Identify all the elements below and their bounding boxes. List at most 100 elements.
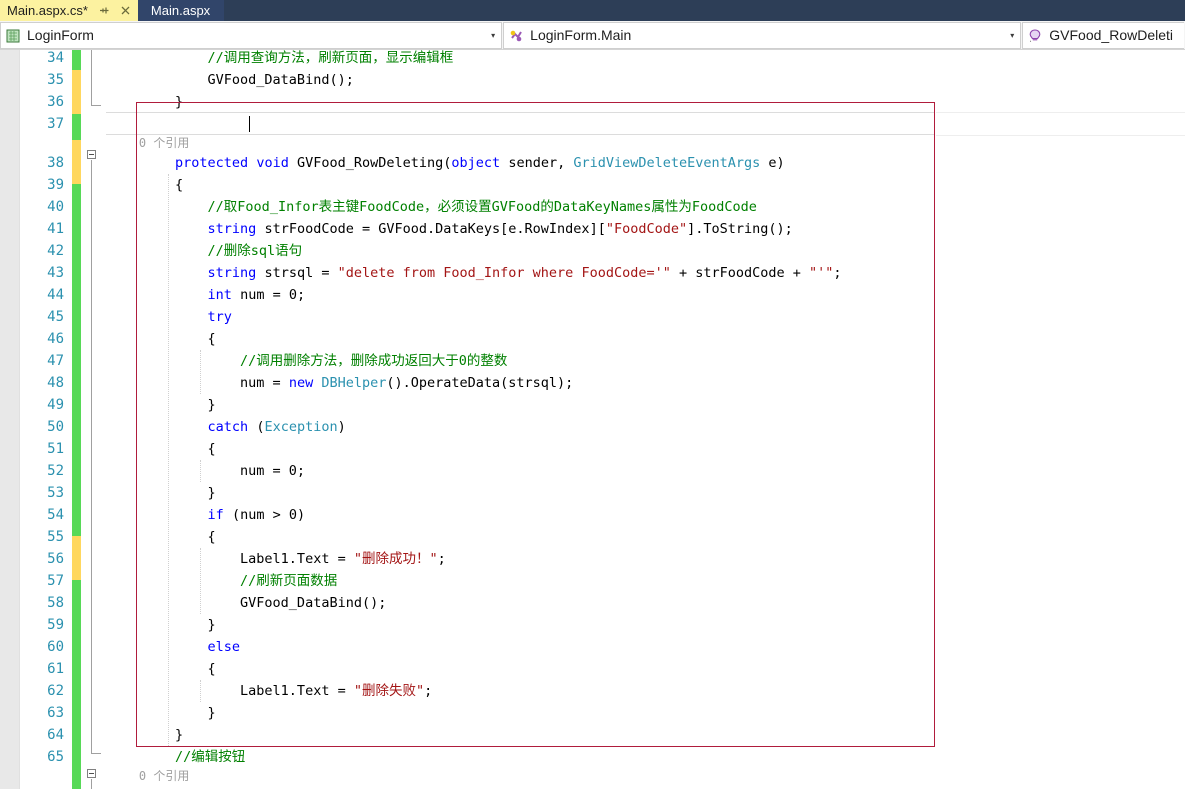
- code-line[interactable]: int num = 0;: [110, 284, 306, 306]
- code-token: }: [110, 397, 216, 413]
- code-token: {: [110, 529, 216, 545]
- method-icon: [1027, 28, 1045, 44]
- code-line[interactable]: {: [110, 328, 216, 350]
- code-token: ): [337, 419, 346, 435]
- code-line[interactable]: //刷新页面数据: [110, 570, 337, 592]
- line-number: 49: [47, 397, 64, 413]
- code-token: string: [207, 221, 257, 237]
- code-line[interactable]: {: [110, 526, 216, 548]
- code-token: //取Food_Infor表主键FoodCode，必须设置GVFood的Data…: [207, 199, 757, 215]
- code-line[interactable]: //删除sql语句: [110, 240, 303, 262]
- code-line[interactable]: //取Food_Infor表主键FoodCode，必须设置GVFood的Data…: [110, 196, 757, 218]
- code-line[interactable]: GVFood_DataBind();: [110, 69, 354, 91]
- class-dropdown[interactable]: LoginForm.Main ▾: [503, 22, 1022, 49]
- close-icon[interactable]: [119, 4, 132, 17]
- code-token: }: [110, 705, 216, 721]
- line-number: 43: [47, 265, 64, 281]
- code-token: {: [110, 441, 216, 457]
- code-token: }: [110, 94, 184, 110]
- code-line[interactable]: if (num > 0): [110, 504, 306, 526]
- code-line[interactable]: num = new DBHelper().OperateData(strsql)…: [110, 372, 573, 394]
- code-line[interactable]: //调用删除方法，删除成功返回大于0的整数: [110, 350, 507, 372]
- indent-guide: [200, 680, 201, 702]
- tab-main-aspx[interactable]: Main.aspx: [137, 0, 225, 21]
- code-line[interactable]: Label1.Text = "删除成功！";: [110, 548, 446, 570]
- code-line[interactable]: {: [110, 658, 216, 680]
- type-dropdown[interactable]: LoginForm ▾: [0, 22, 503, 49]
- code-token: Label1.Text =: [110, 551, 354, 567]
- code-token: try: [207, 309, 232, 325]
- line-number: 64: [47, 727, 64, 743]
- line-number: 46: [47, 331, 64, 347]
- code-token: {: [110, 177, 184, 193]
- line-number: 65: [47, 749, 64, 765]
- class-icon: [5, 28, 23, 44]
- code-line[interactable]: //调用查询方法，刷新页面，显示编辑框: [110, 50, 454, 69]
- code-line[interactable]: }: [110, 394, 216, 416]
- line-number: 54: [47, 507, 64, 523]
- code-line[interactable]: protected void GVFood_RowDeleting(object…: [110, 152, 785, 174]
- line-number: 35: [47, 72, 64, 88]
- code-line[interactable]: {: [110, 174, 183, 196]
- line-number: 50: [47, 419, 64, 435]
- code-token: }: [110, 617, 216, 633]
- code-token: DBHelper: [321, 375, 387, 391]
- code-line[interactable]: {: [110, 438, 216, 460]
- code-token: if: [207, 507, 224, 523]
- code-line[interactable]: protected void GVFood_RowEditing(object …: [110, 785, 760, 789]
- code-line[interactable]: GVFood_DataBind();: [110, 592, 386, 614]
- code-token: //刷新页面数据: [240, 573, 338, 589]
- code-token: {: [110, 661, 216, 677]
- code-line[interactable]: try: [110, 306, 232, 328]
- code-token: GVFood_DataBind();: [110, 595, 387, 611]
- line-number: 38: [47, 155, 64, 171]
- code-line[interactable]: //编辑按钮: [110, 746, 245, 768]
- code-text-layer[interactable]: 34 //调用查询方法，刷新页面，显示编辑框 35 GVFood_DataBind…: [0, 50, 1185, 789]
- code-token: ;: [833, 265, 842, 281]
- codelens-reference-count[interactable]: 0 个引用: [110, 135, 189, 152]
- code-token: object: [451, 155, 501, 171]
- code-line[interactable]: string strsql = "delete from Food_Infor …: [110, 262, 842, 284]
- method-group-icon: [508, 28, 526, 44]
- indent-guide: [200, 460, 201, 482]
- codelens-reference-count[interactable]: 0 个引用: [110, 768, 189, 785]
- tab-main-aspx-cs[interactable]: Main.aspx.cs*: [0, 0, 138, 21]
- code-line[interactable]: Label1.Text = "删除失败";: [110, 680, 432, 702]
- code-line[interactable]: else: [110, 636, 241, 658]
- code-line[interactable]: }: [110, 724, 183, 746]
- code-token: (num > 0): [223, 507, 306, 523]
- code-token: ;: [437, 551, 446, 567]
- chevron-down-icon[interactable]: ▾: [1004, 23, 1020, 48]
- type-dropdown-label: LoginForm: [27, 27, 94, 43]
- member-dropdown[interactable]: GVFood_RowDeleti: [1022, 22, 1185, 49]
- faint-separator: [936, 135, 1185, 136]
- line-number: 60: [47, 639, 64, 655]
- indent-guide: [200, 350, 201, 394]
- line-number: 56: [47, 551, 64, 567]
- code-line[interactable]: num = 0;: [110, 460, 305, 482]
- line-number: 36: [47, 94, 64, 110]
- pin-icon[interactable]: [97, 4, 110, 17]
- code-line[interactable]: }: [110, 702, 216, 724]
- code-line[interactable]: }: [110, 614, 216, 636]
- chevron-down-icon[interactable]: ▾: [485, 23, 501, 48]
- code-token: "删除失败": [353, 683, 425, 699]
- line-number: 40: [47, 199, 64, 215]
- line-number: 59: [47, 617, 64, 633]
- code-token: catch: [207, 419, 249, 435]
- code-line[interactable]: string strFoodCode = GVFood.DataKeys[e.R…: [110, 218, 793, 240]
- code-token: {: [110, 331, 216, 347]
- code-token: ;: [424, 683, 433, 699]
- code-line[interactable]: }: [110, 91, 183, 113]
- editor-tab-strip: Main.aspx.cs* Main.aspx: [0, 0, 1185, 21]
- code-token: Exception: [264, 419, 338, 435]
- code-line[interactable]: }: [110, 482, 216, 504]
- code-line[interactable]: catch (Exception): [110, 416, 346, 438]
- code-editor[interactable]: 34 //调用查询方法，刷新页面，显示编辑框 35 GVFood_DataBind…: [0, 50, 1185, 789]
